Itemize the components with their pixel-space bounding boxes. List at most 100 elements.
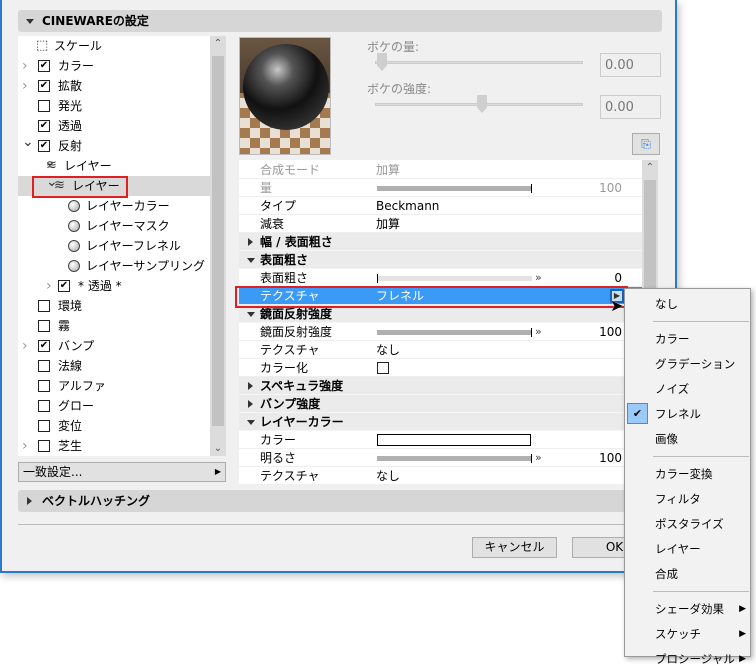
- property-row[interactable]: タイプ Beckmann: [239, 197, 642, 215]
- property-group[interactable]: 表面粗さ: [239, 251, 642, 269]
- checkbox[interactable]: [38, 360, 50, 372]
- tree-item[interactable]: 法線: [18, 356, 210, 376]
- bokeh-amount-slider[interactable]: [375, 61, 583, 64]
- property-row[interactable]: テクスチャ なし: [239, 341, 642, 359]
- scroll-up-icon[interactable]: ⌃: [642, 162, 658, 173]
- property-group[interactable]: 幅 / 表面粗さ: [239, 233, 642, 251]
- menu-item[interactable]: レイヤー: [625, 537, 750, 561]
- property-slider[interactable]: [377, 328, 532, 337]
- property-slider[interactable]: [377, 274, 532, 283]
- menu-item[interactable]: カラー: [625, 327, 750, 351]
- tree-item[interactable]: グロー: [18, 396, 210, 416]
- property-number[interactable]: 100: [599, 179, 622, 197]
- tree-item[interactable]: レイヤーマスク: [18, 216, 210, 236]
- property-value[interactable]: なし: [376, 341, 400, 359]
- checkbox[interactable]: ✔: [38, 140, 50, 152]
- property-row[interactable]: 減衰 加算: [239, 215, 642, 233]
- chevron-right-icon[interactable]: ›: [22, 56, 28, 76]
- property-value[interactable]: 加算: [376, 215, 400, 233]
- checkbox[interactable]: ✔: [38, 120, 50, 132]
- scroll-down-icon[interactable]: ⌄: [210, 443, 226, 454]
- bokeh-amount-input[interactable]: [600, 53, 661, 77]
- checkbox[interactable]: ✔: [38, 80, 50, 92]
- menu-item[interactable]: プロシージャル ▶: [625, 647, 750, 671]
- scroll-thumb[interactable]: [212, 56, 224, 426]
- property-row[interactable]: 表面粗さ » 0: [239, 269, 642, 287]
- property-group[interactable]: スペキュラ強度: [239, 377, 642, 395]
- checkbox[interactable]: [38, 100, 50, 112]
- property-row[interactable]: カラー化: [239, 359, 642, 377]
- menu-item[interactable]: スケッチ ▶: [625, 622, 750, 646]
- menu-item[interactable]: シェーダ効果 ▶: [625, 597, 750, 621]
- property-row[interactable]: テクスチャ なし: [239, 467, 642, 484]
- menu-item[interactable]: フィルタ: [625, 487, 750, 511]
- menu-item[interactable]: カラー変換: [625, 462, 750, 486]
- property-number[interactable]: 100: [599, 449, 622, 467]
- property-number[interactable]: 100: [599, 323, 622, 341]
- chevron-right-icon[interactable]: ›: [22, 336, 28, 356]
- property-value[interactable]: 加算: [376, 161, 400, 179]
- tree-item[interactable]: レイヤーサンプリング: [18, 256, 210, 276]
- tree-item[interactable]: › ✔ カラー: [18, 56, 210, 76]
- export-settings-button[interactable]: ⎘: [632, 133, 660, 155]
- scroll-up-icon[interactable]: ⌃: [210, 38, 226, 49]
- vector-hatching-header[interactable]: ベクトルハッチング: [18, 490, 662, 512]
- property-row[interactable]: 明るさ » 100: [239, 449, 642, 467]
- property-group[interactable]: レイヤーカラー: [239, 413, 642, 431]
- tree-item[interactable]: アルファ: [18, 376, 210, 396]
- property-slider[interactable]: [377, 454, 532, 463]
- property-row[interactable]: 鏡面反射強度 » 100: [239, 323, 642, 341]
- tree-item[interactable]: › ✔ * 透過 *: [18, 276, 210, 296]
- slider-knob[interactable]: [531, 184, 532, 193]
- checkbox[interactable]: [38, 400, 50, 412]
- tree-item[interactable]: 発光: [18, 96, 210, 116]
- menu-item[interactable]: なし: [625, 292, 750, 316]
- chevron-right-icon[interactable]: ›: [46, 276, 52, 296]
- property-slider[interactable]: [377, 184, 532, 193]
- tree-item[interactable]: 変位: [18, 416, 210, 436]
- property-row[interactable]: 合成モード 加算: [239, 161, 642, 179]
- match-settings-button[interactable]: 一致設定... ▶: [18, 462, 226, 482]
- slider-knob[interactable]: [531, 328, 532, 337]
- scroll-thumb[interactable]: [644, 180, 656, 300]
- menu-item[interactable]: ポスタライズ: [625, 512, 750, 536]
- menu-item[interactable]: 画像: [625, 427, 750, 451]
- tree-item[interactable]: › 芝生: [18, 436, 210, 456]
- tree-item[interactable]: 環境: [18, 296, 210, 316]
- property-row[interactable]: カラー: [239, 431, 642, 449]
- tree-scrollbar[interactable]: ⌃ ⌄: [210, 36, 226, 456]
- tree-item[interactable]: ⬚ スケール: [18, 36, 210, 56]
- chevron-down-icon[interactable]: ⌄: [22, 132, 34, 152]
- menu-item[interactable]: 合成: [625, 562, 750, 586]
- menu-item[interactable]: ノイズ: [625, 377, 750, 401]
- tree-item[interactable]: 霧: [18, 316, 210, 336]
- checkbox[interactable]: [38, 380, 50, 392]
- checkbox[interactable]: [377, 362, 389, 374]
- property-number[interactable]: 0: [614, 269, 622, 287]
- checkbox[interactable]: ✔: [38, 340, 50, 352]
- tree-item[interactable]: ✔ 透過: [18, 116, 210, 136]
- checkbox[interactable]: ✔: [38, 60, 50, 72]
- menu-item[interactable]: グラデーション: [625, 352, 750, 376]
- tree-item[interactable]: › ✔ バンプ: [18, 336, 210, 356]
- tree-item[interactable]: レイヤーフレネル: [18, 236, 210, 256]
- cancel-button[interactable]: キャンセル: [472, 537, 557, 558]
- cineware-section-header[interactable]: CINEWAREの設定: [18, 10, 662, 32]
- bokeh-strength-thumb[interactable]: [477, 95, 487, 113]
- tree-item[interactable]: › ✔ 拡散: [18, 76, 210, 96]
- checkbox[interactable]: ✔: [58, 280, 70, 292]
- bokeh-amount-thumb[interactable]: [377, 53, 387, 71]
- color-swatch[interactable]: [377, 434, 531, 446]
- checkbox[interactable]: [38, 420, 50, 432]
- checkbox[interactable]: [38, 320, 50, 332]
- checkbox[interactable]: [38, 440, 50, 452]
- slider-knob[interactable]: [377, 274, 378, 283]
- checkbox[interactable]: [38, 300, 50, 312]
- bokeh-strength-input[interactable]: [600, 95, 661, 119]
- chevron-right-icon[interactable]: ›: [22, 76, 28, 96]
- tree-item[interactable]: レイヤーカラー: [18, 196, 210, 216]
- property-value[interactable]: なし: [376, 467, 400, 484]
- property-value[interactable]: Beckmann: [376, 197, 439, 215]
- slider-knob[interactable]: [531, 454, 532, 463]
- chevron-right-icon[interactable]: ›: [22, 436, 28, 456]
